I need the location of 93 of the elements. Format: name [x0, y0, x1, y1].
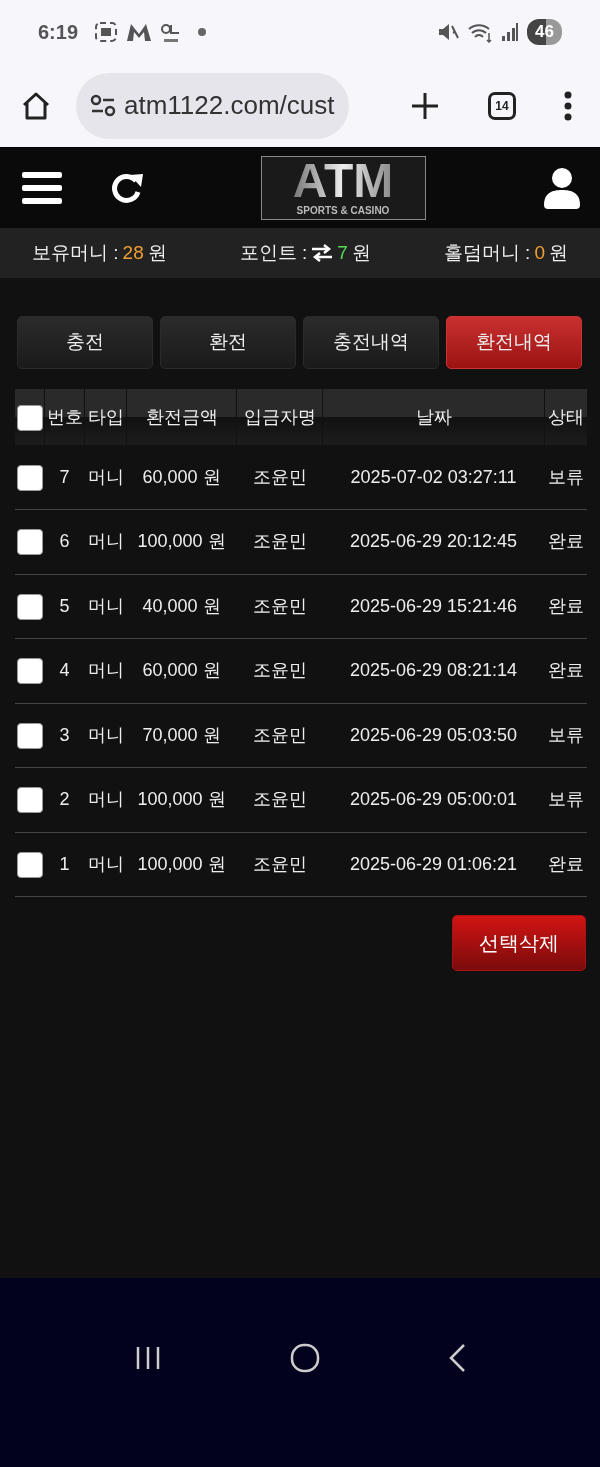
- wifi-icon: [467, 21, 494, 43]
- currency-unit: 원: [147, 240, 167, 265]
- table-cell: 100,000 원: [137, 789, 226, 810]
- logo[interactable]: ATM SPORTS & CASINO: [260, 156, 426, 220]
- table-cell: 3: [59, 724, 70, 745]
- table-cell: 보류: [547, 466, 584, 487]
- table-cell: 60,000 원: [142, 660, 221, 681]
- table-cell: 5: [59, 595, 70, 616]
- exchange-icon[interactable]: [311, 244, 334, 262]
- table-cell: 조윤민: [252, 660, 307, 681]
- url-text: atm1122.com/cust: [124, 89, 335, 122]
- site-settings-icon[interactable]: [90, 93, 116, 118]
- table-cell: 조윤민: [252, 466, 307, 487]
- checkbox[interactable]: [16, 658, 43, 685]
- balance-label: 보유머니 :: [32, 240, 119, 265]
- delete-selected-button[interactable]: 선택삭제: [452, 915, 586, 971]
- table-cell: 조윤민: [252, 789, 307, 810]
- table-cell: 2: [59, 789, 70, 810]
- table-cell: 머니: [87, 724, 124, 745]
- refresh-icon[interactable]: [110, 172, 144, 204]
- checkbox[interactable]: [16, 722, 43, 749]
- table-cell: 70,000 원: [142, 724, 221, 745]
- table-cell: 40,000 원: [142, 595, 221, 616]
- currency-unit: 원: [351, 240, 371, 265]
- status-time: 6:19: [38, 20, 79, 45]
- table-cell: 조윤민: [252, 724, 307, 745]
- table-cell: 머니: [87, 789, 124, 810]
- column-header: 상태: [547, 406, 584, 427]
- column-header: 환전금액: [145, 406, 218, 427]
- column-header: 입금자명: [243, 406, 316, 427]
- checkbox[interactable]: [16, 464, 43, 491]
- column-header: 날짜: [415, 406, 452, 427]
- menu-icon[interactable]: [22, 171, 62, 205]
- column-header: 타입: [87, 406, 124, 427]
- balance-value: 7: [337, 240, 348, 265]
- menu-icon[interactable]: [564, 90, 572, 121]
- balance-value: 28: [122, 240, 144, 265]
- balance-label: 포인트 :: [239, 240, 308, 265]
- mute-icon: [437, 22, 460, 42]
- tab[interactable]: 환전내역: [446, 316, 582, 369]
- checkbox[interactable]: [16, 787, 43, 814]
- table-cell: 4: [59, 660, 70, 681]
- new-tab-icon[interactable]: [410, 90, 440, 121]
- table-cell: 100,000 원: [137, 853, 226, 874]
- currency-unit: 원: [549, 240, 568, 265]
- table-cell: 2025-06-29 20:12:45: [349, 531, 518, 552]
- checkbox[interactable]: [16, 593, 43, 620]
- user-icon[interactable]: [542, 167, 582, 209]
- table-cell: 2025-06-29 15:21:46: [349, 595, 518, 616]
- table-cell: 머니: [87, 595, 124, 616]
- address-bar[interactable]: atm1122.com/cust: [76, 72, 349, 139]
- table-cell: 머니: [87, 531, 124, 552]
- checkbox[interactable]: [16, 529, 43, 556]
- notification-icon: [126, 22, 153, 42]
- table-cell: 7: [59, 466, 70, 487]
- signal-icon: [501, 22, 520, 42]
- table-cell: 보류: [547, 724, 584, 745]
- table-cell: 완료: [547, 660, 584, 681]
- table-cell: 2025-06-29 08:21:14: [349, 660, 518, 681]
- table-cell: 조윤민: [252, 595, 307, 616]
- column-header: 번호: [46, 406, 83, 427]
- table-cell: 6: [59, 531, 70, 552]
- dot-icon: [198, 28, 207, 36]
- table-cell: 머니: [87, 853, 124, 874]
- battery-level: 46: [527, 19, 562, 45]
- tab[interactable]: 충전: [17, 316, 153, 369]
- balance-label: 홀덤머니 :: [443, 240, 531, 265]
- table-cell: 조윤민: [252, 853, 307, 874]
- table-cell: 2025-06-29 01:06:21: [349, 853, 518, 874]
- back-icon[interactable]: [448, 1342, 466, 1373]
- tab[interactable]: 충전내역: [303, 316, 439, 369]
- table-cell: 2025-07-02 03:27:11: [350, 466, 517, 487]
- balance-value: 0: [534, 240, 545, 265]
- table-cell: 조윤민: [252, 531, 307, 552]
- table-cell: 1: [59, 853, 70, 874]
- table-cell: 2025-06-29 05:00:01: [349, 789, 518, 810]
- table-cell: 완료: [547, 531, 584, 552]
- recent-apps-icon[interactable]: [134, 1344, 162, 1371]
- table-cell: 완료: [547, 853, 584, 874]
- table-cell: 100,000 원: [137, 531, 226, 552]
- table-cell: 60,000 원: [142, 466, 221, 487]
- home-button-icon[interactable]: [290, 1342, 320, 1373]
- tab[interactable]: 환전: [160, 316, 296, 369]
- table-cell: 머니: [87, 660, 124, 681]
- table-cell: 머니: [87, 466, 124, 487]
- table-cell: 2025-06-29 05:03:50: [349, 724, 518, 745]
- tab-count-button[interactable]: 14: [488, 91, 516, 120]
- table-cell: 보류: [547, 789, 584, 810]
- logo-subtitle: SPORTS & CASINO: [296, 203, 390, 218]
- checkbox[interactable]: [16, 851, 43, 878]
- notification-icon: [94, 21, 119, 43]
- checkbox[interactable]: [16, 404, 43, 431]
- table-cell: 완료: [547, 595, 584, 616]
